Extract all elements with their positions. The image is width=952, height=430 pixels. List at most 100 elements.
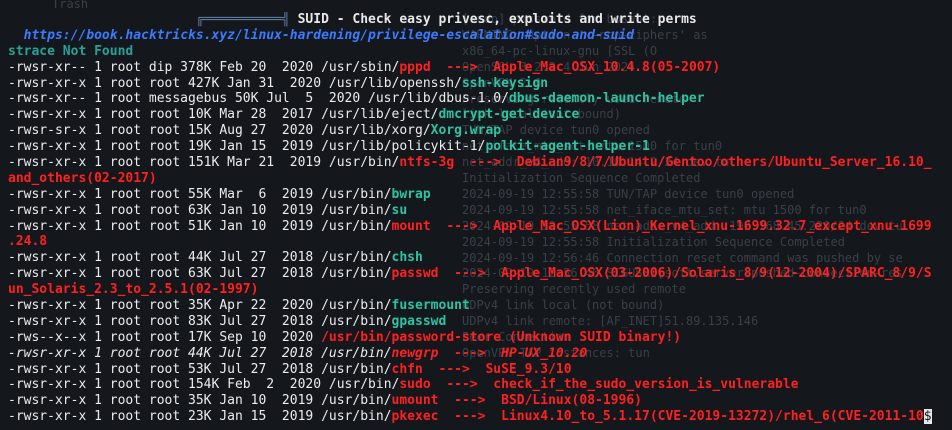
suid-row: -rwsr-xr-x 1 root root 35K Apr 22 2020 /…	[8, 298, 952, 314]
binary-name: bwrap	[391, 186, 431, 202]
exploit-note: ---> check_if_the_sudo_version_is_vulner…	[430, 377, 799, 393]
suid-row: -rwsr-xr-x 1 root root 55K Mar 6 2019 /u…	[8, 187, 952, 203]
file-permissions: -rwsr-xr-x 1 root root 154K Feb 2 2020	[8, 377, 329, 393]
file-permissions: -rwsr-xr-x 1 root root 151K Mar 21 2019	[8, 155, 329, 171]
suid-row: -rwsr-xr-- 1 root dip 378K Feb 20 2020 /…	[8, 60, 952, 76]
suid-row: -rwsr-xr-x 1 root root 10K Mar 28 2017 /…	[8, 107, 952, 123]
suid-row: -rwsr-xr-x 1 root root 44K Jul 27 2018 /…	[8, 250, 952, 266]
file-directory: /usr/bin/	[328, 377, 400, 393]
file-permissions: -rwsr-xr-x 1 root root 63K Jan 10 2019	[8, 202, 322, 218]
exploit-note: ---> Debian9/8/7/Ubuntu/Gentoo/others/Ub…	[454, 155, 932, 171]
file-permissions: -rwsr-sr-x 1 root root 15K Aug 27 2020	[8, 123, 322, 139]
file-directory: /usr/lib/dbus-1.0/	[368, 91, 509, 107]
file-directory: /usr/lib/openssh/	[328, 75, 462, 91]
file-directory: /usr/lib/policykit-1/	[321, 139, 486, 155]
suid-row: -rwsr-xr-x 1 root root 19K Jan 15 2019 /…	[8, 139, 952, 155]
file-permissions: -rwsr-xr-x 1 root root 55K Mar 6 2019	[8, 186, 322, 202]
suid-row: -rws--x--x 1 root root 17K Sep 10 2020 /…	[8, 330, 952, 346]
file-permissions: -rwsr-xr-x 1 root root 19K Jan 15 2019	[8, 139, 322, 155]
hacktricks-link[interactable]: https://book.hacktricks.xyz/linux-harden…	[24, 28, 634, 43]
binary-name: dmcrypt-get-device	[438, 107, 580, 123]
trash-label: Trash	[52, 0, 89, 11]
file-permissions: -rwsr-xr-- 1 root messagebus 50K Jul 5 2…	[8, 91, 369, 107]
file-permissions: -rwsr-xr-x 1 root root 51K Jan 10 2019	[8, 218, 322, 234]
file-permissions: -rwsr-xr-x 1 root root 83K Jul 27 2018	[8, 313, 322, 329]
section-link-line: https://book.hacktricks.xyz/linux-harden…	[8, 28, 952, 44]
exploit-note-wrap: un_Solaris_2.3_to_2.5.1(02-1997)	[8, 282, 259, 298]
file-directory: /usr/bin/	[321, 345, 392, 361]
suid-row: -rwsr-sr-x 1 root root 15K Aug 27 2020 /…	[8, 123, 952, 139]
exploit-note: ---> Apple_Mac_OSX(03-2006)/Solaris_8/9(…	[438, 266, 932, 282]
file-permissions: -rwsr-xr-x 1 root root 35K Apr 22 2020	[8, 298, 322, 314]
file-directory: /usr/bin/	[321, 409, 392, 425]
file-directory: /usr/bin/	[321, 298, 392, 314]
suid-row: -rwsr-xr-x 1 root root 427K Jan 31 2020 …	[8, 76, 952, 92]
file-permissions: -rwsr-xr-- 1 root dip 378K Feb 20 2020	[8, 59, 322, 75]
binary-name: pkexec	[391, 409, 439, 425]
terminal-output[interactable]: ╔══════════╣ SUID - Check easy privesc, …	[8, 12, 952, 425]
section-header: ╔══════════╣ SUID - Check easy privesc, …	[8, 12, 697, 27]
file-directory: /usr/bin/	[321, 266, 392, 282]
binary-name: password-store (Unknown SUID binary!)	[391, 329, 682, 345]
binary-name: ntfs-3g	[399, 155, 455, 171]
binary-name: umount	[391, 393, 439, 409]
file-permissions: -rwsr-xr-x 1 root root 10K Mar 28 2017	[8, 107, 322, 123]
file-permissions: -rwsr-xr-x 1 root root 63K Jul 27 2018	[8, 266, 322, 282]
suid-row: -rwsr-xr-x 1 root root 63K Jul 27 2018 /…	[8, 266, 952, 282]
file-permissions: -rwsr-xr-x 1 root root 53K Jul 27 2018	[8, 361, 322, 377]
file-permissions: -rwsr-xr-x 1 root root 23K Jan 15 2019	[8, 409, 322, 425]
file-directory: /usr/bin/	[321, 313, 392, 329]
file-permissions: -rwsr-xr-x 1 root root 35K Jan 10 2019	[8, 393, 322, 409]
file-permissions: -rwsr-xr-x 1 root root 44K Jul 27 2018	[8, 345, 322, 361]
terminal-cursor[interactable]: $	[923, 409, 932, 425]
suid-row: -rwsr-xr-- 1 root messagebus 50K Jul 5 2…	[8, 91, 952, 107]
binary-name: sudo	[399, 377, 431, 393]
suid-list: -rwsr-xr-- 1 root dip 378K Feb 20 2020 /…	[8, 60, 952, 425]
binary-name: dbus-daemon-launch-helper	[508, 91, 705, 107]
binary-name: pppd	[399, 59, 431, 75]
suid-row: -rwsr-xr-x 1 root root 53K Jul 27 2018 /…	[8, 362, 952, 378]
suid-row: -rwsr-xr-x 1 root root 51K Jan 10 2019 /…	[8, 219, 952, 235]
exploit-note-wrap: .24.8	[8, 234, 48, 250]
binary-name: newgrp	[391, 345, 439, 361]
suid-row: -rwsr-xr-x 1 root root 154K Feb 2 2020 /…	[8, 377, 952, 393]
suid-row: -rwsr-xr-x 1 root root 44K Jul 27 2018 /…	[8, 346, 952, 362]
exploit-note: ---> Linux4.10_to_5.1.17(CVE-2019-13272)…	[438, 409, 924, 425]
suid-row: -rwsr-xr-x 1 root root 151K Mar 21 2019 …	[8, 155, 952, 171]
file-permissions: -rws--x--x 1 root root 17K Sep 10 2020	[8, 329, 322, 345]
exploit-note-wrap: and_others(02-2017)	[8, 170, 157, 186]
binary-name: fusermount	[391, 298, 470, 314]
file-permissions: -rwsr-xr-x 1 root root 44K Jul 27 2018	[8, 250, 322, 266]
binary-name: passwd	[391, 266, 439, 282]
file-directory: /usr/lib/xorg/	[321, 123, 431, 139]
binary-name: ssh-keysign	[461, 75, 549, 91]
exploit-note: ---> BSD/Linux(08-1996)	[438, 393, 642, 409]
file-directory: /usr/bin/	[321, 393, 392, 409]
exploit-note: ---> Apple_Mac_OSX(Lion)_Kernel_xnu-1699…	[430, 218, 932, 234]
file-directory: /usr/bin/	[321, 250, 392, 266]
file-directory: /usr/bin/	[321, 202, 392, 218]
binary-name: gpasswd	[391, 313, 447, 329]
file-directory: /usr/bin/	[321, 218, 392, 234]
file-permissions: -rwsr-xr-x 1 root root 427K Jan 31 2020	[8, 75, 329, 91]
section-title: SUID - Check easy privesc, exploits and …	[297, 12, 697, 27]
file-directory: /usr/sbin/	[321, 59, 400, 75]
file-directory: /usr/bin/	[321, 186, 392, 202]
binary-name: chfn	[391, 361, 423, 377]
suid-row: -rwsr-xr-x 1 root root 63K Jan 10 2019 /…	[8, 203, 952, 219]
binary-name: polkit-agent-helper-1	[485, 139, 650, 155]
file-directory: /usr/lib/eject/	[321, 107, 439, 123]
suid-row: -rwsr-xr-x 1 root root 83K Jul 27 2018 /…	[8, 314, 952, 330]
file-directory: /usr/bin/	[321, 329, 392, 345]
exploit-note: ---> SuSE_9.3/10	[422, 361, 572, 377]
suid-row: -rwsr-xr-x 1 root root 35K Jan 10 2019 /…	[8, 393, 952, 409]
file-directory: /usr/bin/	[328, 155, 400, 171]
binary-name: mount	[391, 218, 431, 234]
suid-row: -rwsr-xr-x 1 root root 23K Jan 15 2019 /…	[8, 409, 952, 425]
exploit-note: ---> HP-UX_10.20	[438, 345, 588, 361]
binary-name: su	[391, 202, 408, 218]
strace-message: strace Not Found	[8, 43, 134, 59]
binary-name: Xorg.wrap	[430, 123, 502, 139]
exploit-note: ---> Apple_Mac_OSX_10.4.8(05-2007)	[430, 59, 721, 75]
binary-name: chsh	[391, 250, 423, 266]
